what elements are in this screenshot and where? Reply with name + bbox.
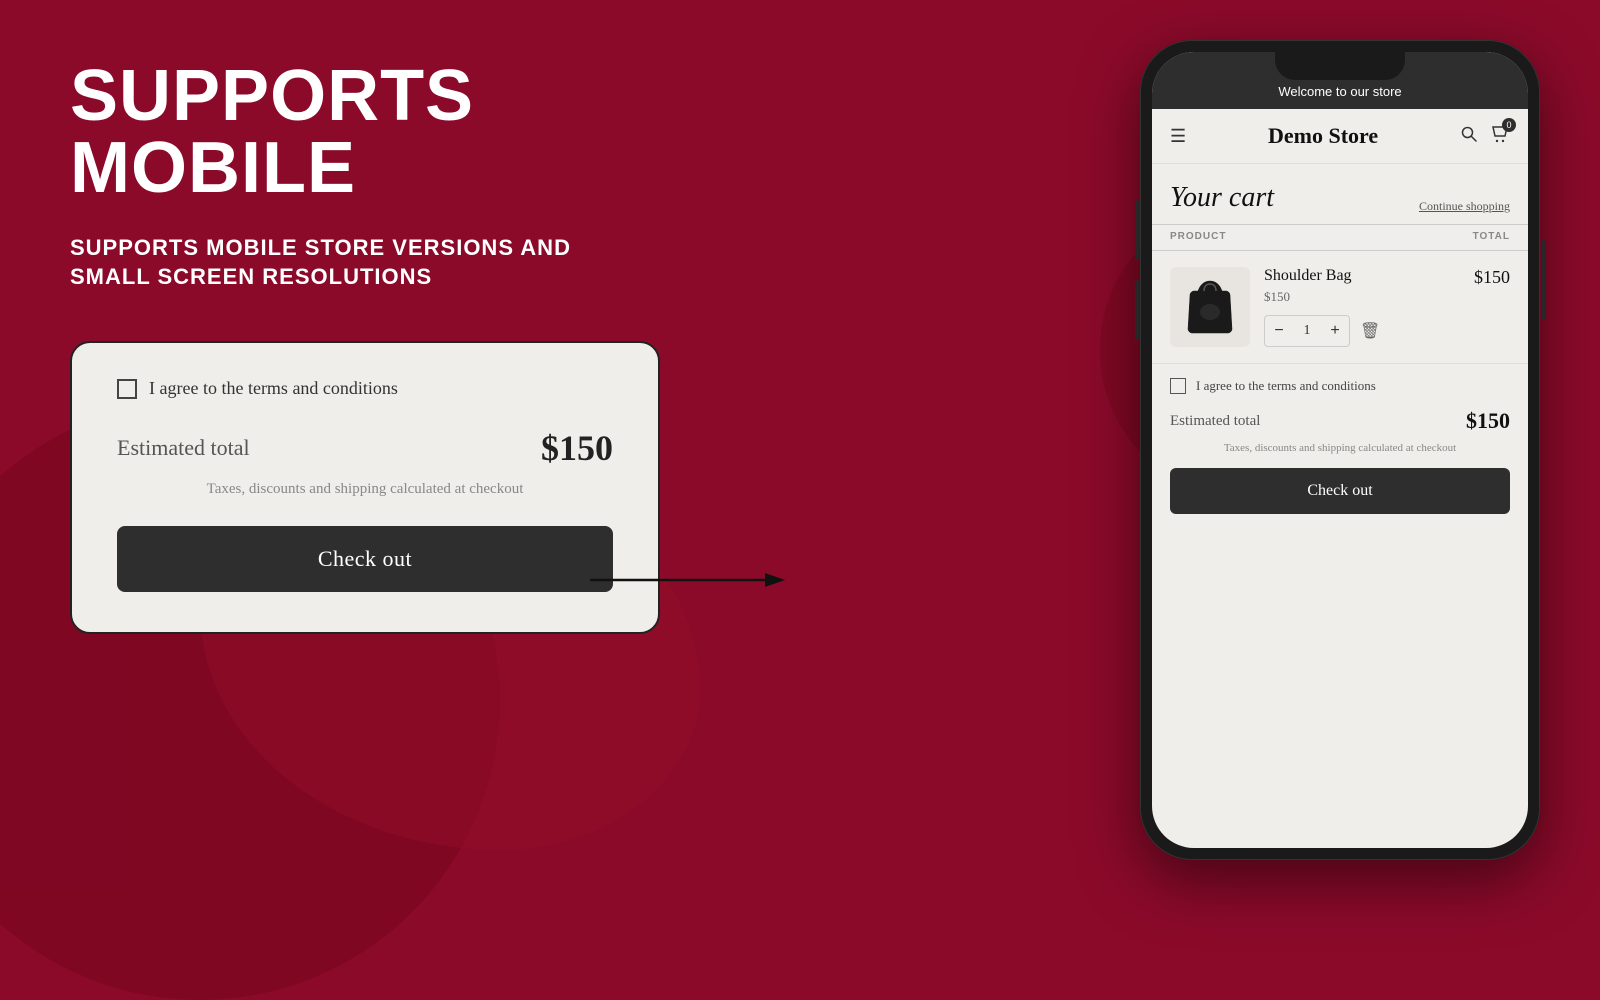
- subtitle: SUPPORTS MOBILE STORE VERSIONS AND SMALL…: [70, 234, 770, 291]
- product-details: Shoulder Bag $150 − 1 + 🗑: [1264, 267, 1460, 347]
- card-checkout-button[interactable]: Check out: [117, 526, 613, 592]
- qty-value: 1: [1293, 323, 1321, 339]
- phone-button-left-2: [1135, 280, 1139, 340]
- product-row: Shoulder Bag $150 − 1 + 🗑 $150: [1152, 251, 1528, 363]
- terms-label: I agree to the terms and conditions: [1196, 378, 1376, 394]
- phone-screen: Welcome to our store ☰ Demo Store: [1152, 52, 1528, 848]
- product-total: $150: [1474, 267, 1510, 288]
- phone-screen-area: Welcome to our store ☰ Demo Store: [1152, 52, 1528, 848]
- phone-button-right: [1541, 240, 1545, 320]
- cart-icon[interactable]: 0: [1490, 124, 1510, 149]
- terms-row: I agree to the terms and conditions: [1170, 378, 1510, 394]
- phone-navbar: ☰ Demo Store: [1152, 109, 1528, 164]
- status-bar-text: Welcome to our store: [1278, 84, 1401, 99]
- estimated-label: Estimated total: [1170, 413, 1260, 430]
- continue-shopping-link[interactable]: Continue shopping: [1419, 199, 1510, 214]
- card-terms-row: I agree to the terms and conditions: [117, 378, 613, 399]
- estimated-amount: $150: [1466, 408, 1510, 434]
- phone-footer: I agree to the terms and conditions Esti…: [1152, 363, 1528, 528]
- card-tax-note: Taxes, discounts and shipping calculated…: [117, 481, 613, 498]
- left-content: SUPPORTS MOBILE SUPPORTS MOBILE STORE VE…: [70, 60, 770, 634]
- product-image: [1170, 267, 1250, 347]
- nav-icons: 0: [1460, 124, 1510, 149]
- product-name: Shoulder Bag: [1264, 267, 1460, 285]
- delete-icon[interactable]: 🗑: [1360, 321, 1380, 341]
- search-icon[interactable]: [1460, 125, 1478, 148]
- cart-badge: 0: [1502, 118, 1516, 132]
- phone-notch: [1275, 52, 1405, 80]
- card-estimated-label: Estimated total: [117, 435, 250, 461]
- cart-title: Your cart: [1170, 182, 1274, 214]
- hamburger-icon[interactable]: ☰: [1170, 127, 1186, 145]
- terms-checkbox[interactable]: [1170, 378, 1186, 394]
- estimated-row: Estimated total $150: [1170, 408, 1510, 434]
- card-estimated-amount: $150: [541, 427, 613, 469]
- phone-checkout-button[interactable]: Check out: [1170, 468, 1510, 514]
- qty-stepper: − 1 +: [1264, 315, 1350, 347]
- qty-row: − 1 + 🗑: [1264, 315, 1460, 347]
- store-name: Demo Store: [1268, 123, 1378, 149]
- phone-outer: Welcome to our store ☰ Demo Store: [1140, 40, 1540, 860]
- qty-decrease-button[interactable]: −: [1265, 316, 1293, 346]
- phone-button-left-1: [1135, 200, 1139, 260]
- preview-card: I agree to the terms and conditions Esti…: [70, 341, 660, 634]
- col-total: TOTAL: [1473, 231, 1510, 242]
- main-title: SUPPORTS MOBILE: [70, 60, 770, 204]
- card-total-row: Estimated total $150: [117, 427, 613, 469]
- phone-mockup: Welcome to our store ☰ Demo Store: [1140, 40, 1540, 860]
- tax-note: Taxes, discounts and shipping calculated…: [1170, 442, 1510, 454]
- col-product: PRODUCT: [1170, 231, 1226, 242]
- table-header: PRODUCT TOTAL: [1152, 224, 1528, 251]
- cart-header: Your cart Continue shopping: [1152, 164, 1528, 224]
- card-terms-label: I agree to the terms and conditions: [149, 378, 398, 399]
- qty-increase-button[interactable]: +: [1321, 316, 1349, 346]
- card-terms-checkbox[interactable]: [117, 379, 137, 399]
- product-price-small: $150: [1264, 289, 1460, 305]
